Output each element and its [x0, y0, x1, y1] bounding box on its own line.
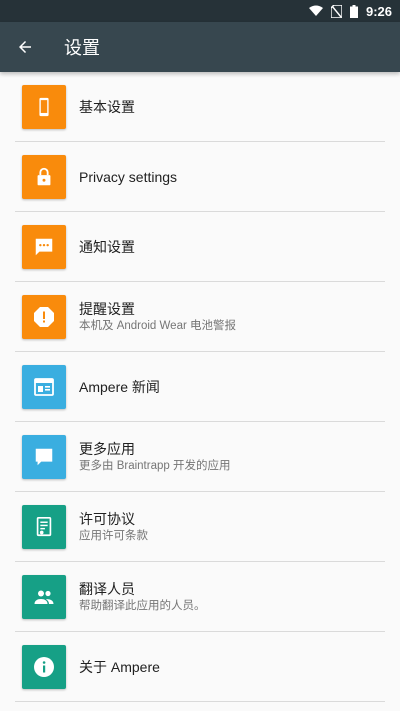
- settings-item-license[interactable]: 许可协议 应用许可条款: [0, 492, 400, 562]
- item-label: Privacy settings: [79, 169, 178, 185]
- settings-item-news[interactable]: Ampere 新闻: [0, 352, 400, 422]
- item-label: 基本设置: [79, 99, 135, 115]
- status-time: 9:26: [365, 3, 392, 19]
- lock-icon: [22, 155, 66, 199]
- settings-item-basic[interactable]: 基本设置: [0, 72, 400, 142]
- item-label: 提醒设置: [79, 301, 135, 317]
- no-sim-icon: [330, 4, 342, 18]
- info-icon: [22, 645, 66, 689]
- item-subtitle: 应用许可条款: [79, 530, 148, 542]
- message-icon: [22, 225, 66, 269]
- settings-item-translators[interactable]: 翻译人员 帮助翻译此应用的人员。: [0, 562, 400, 632]
- wifi-icon: [308, 5, 323, 17]
- back-button[interactable]: [0, 22, 50, 72]
- settings-item-privacy[interactable]: Privacy settings: [0, 142, 400, 212]
- settings-item-alerts[interactable]: 提醒设置 本机及 Android Wear 电池警报: [0, 282, 400, 352]
- item-label: 许可协议: [79, 511, 135, 527]
- item-subtitle: 本机及 Android Wear 电池警报: [79, 320, 236, 332]
- page-title: 设置: [64, 38, 100, 58]
- app-toolbar: 设置: [0, 22, 400, 72]
- phone-icon: [22, 85, 66, 129]
- status-bar: 9:26: [0, 0, 400, 22]
- item-label: Ampere 新闻: [79, 379, 160, 395]
- settings-item-about[interactable]: 关于 Ampere: [0, 632, 400, 702]
- item-subtitle: 更多由 Braintrapp 开发的应用: [79, 460, 231, 472]
- arrow-back-icon: [19, 41, 31, 53]
- item-label: 通知设置: [79, 239, 135, 255]
- item-label: 翻译人员: [79, 581, 135, 597]
- item-subtitle: 帮助翻译此应用的人员。: [79, 600, 206, 612]
- settings-item-more-apps[interactable]: 更多应用 更多由 Braintrapp 开发的应用: [0, 422, 400, 492]
- people-icon: [22, 575, 66, 619]
- settings-list: 基本设置 Privacy settings 通知设置 提醒设置 本机及 Andr…: [0, 72, 400, 702]
- license-icon: [22, 505, 66, 549]
- settings-item-notifications[interactable]: 通知设置: [0, 212, 400, 282]
- item-label: 关于 Ampere: [79, 659, 160, 675]
- chat-bubble-icon: [22, 435, 66, 479]
- news-icon: [22, 365, 66, 409]
- alert-icon: [22, 295, 66, 339]
- item-label: 更多应用: [79, 441, 135, 457]
- battery-icon: [349, 4, 358, 18]
